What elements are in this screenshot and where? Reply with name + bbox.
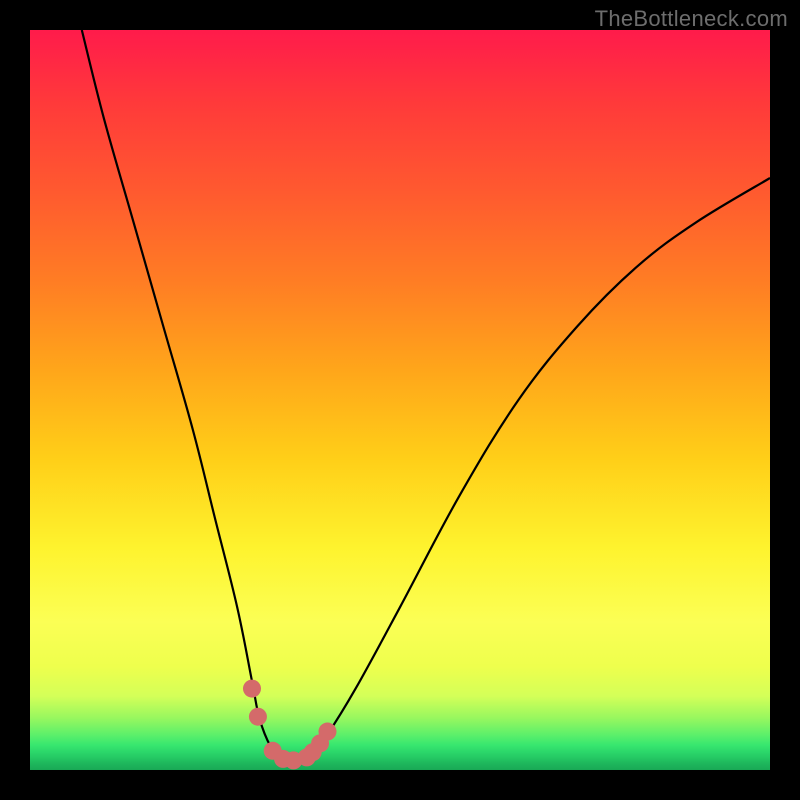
highlight-marker: [243, 680, 261, 698]
chart-svg: [30, 30, 770, 770]
highlight-marker: [318, 723, 336, 741]
bottleneck-curve: [82, 30, 770, 761]
highlight-marker: [249, 708, 267, 726]
watermark-text: TheBottleneck.com: [595, 6, 788, 32]
chart-container: TheBottleneck.com: [0, 0, 800, 800]
highlight-markers: [243, 680, 336, 770]
plot-area: [30, 30, 770, 770]
